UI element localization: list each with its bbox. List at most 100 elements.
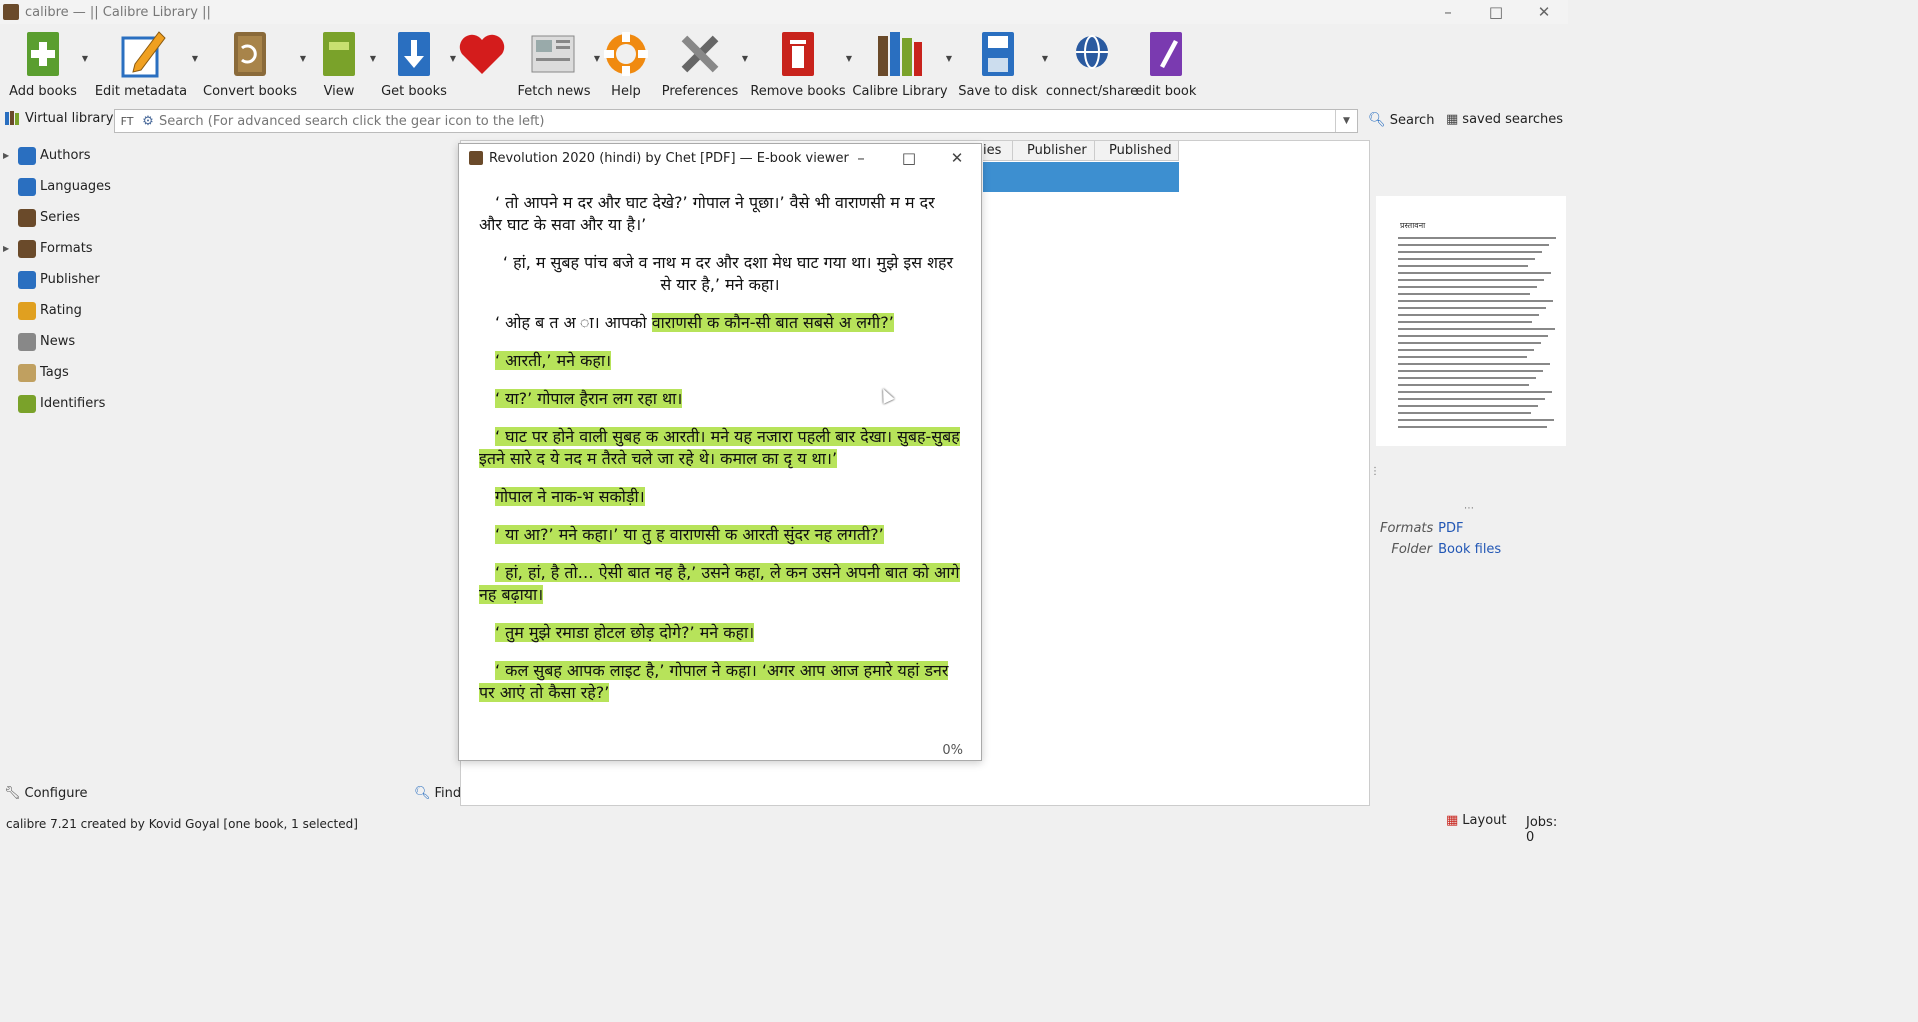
selected-book-row[interactable] bbox=[983, 162, 1179, 192]
tag-browser-item-label: Formats bbox=[40, 241, 93, 256]
cover-text-line bbox=[1398, 258, 1535, 260]
view-button[interactable]: View ▼ bbox=[304, 24, 376, 100]
layout-button[interactable]: ▦ Layout bbox=[1446, 813, 1507, 828]
format-link[interactable]: PDF bbox=[1438, 521, 1463, 536]
search-history-dropdown[interactable]: ▼ bbox=[1335, 110, 1357, 132]
cover-text-line bbox=[1398, 328, 1555, 330]
search-input[interactable] bbox=[159, 111, 1335, 131]
tag-browser-item[interactable]: News bbox=[0, 326, 460, 357]
tag-browser-item-label: Tags bbox=[40, 365, 69, 380]
remove-books-button[interactable]: Remove books ▼ bbox=[746, 24, 852, 100]
book-paragraph[interactable]: ‘ ओह ब त अ ा। आपको वाराणसी क कौन-सी बात … bbox=[479, 312, 961, 334]
highlighted-text[interactable]: ‘ आरती,’ मने कहा। bbox=[495, 351, 612, 370]
highlighted-text[interactable]: ‘ या आ?’ मने कहा।’ या तु ह वाराणसी क आरत… bbox=[495, 525, 884, 544]
cover-text-line bbox=[1398, 426, 1547, 428]
status-bar: calibre 7.21 created by Kovid Goyal [one… bbox=[0, 812, 1568, 836]
jobs-indicator[interactable]: Jobs: 0 bbox=[1526, 815, 1568, 845]
fetch-news-button[interactable]: Fetch news ▼ bbox=[510, 24, 600, 100]
help-button[interactable]: Help bbox=[598, 24, 654, 100]
highlighted-text[interactable]: ‘ तुम मुझे रमाडा होटल छोड़ दोगे?’ मने कह… bbox=[495, 623, 755, 642]
folder-link[interactable]: Book files bbox=[1438, 542, 1501, 557]
edit-book-button[interactable]: edit book bbox=[1136, 24, 1196, 100]
tag-browser-item[interactable]: ▶ Formats bbox=[0, 233, 460, 264]
add-books-icon bbox=[17, 28, 69, 80]
tag-browser-item[interactable]: ▶ Authors bbox=[0, 140, 460, 171]
cover-text-line bbox=[1398, 412, 1531, 414]
tag-browser-item[interactable]: Tags bbox=[0, 357, 460, 388]
bookmark-icon: ▦ bbox=[1446, 112, 1459, 127]
column-header-series[interactable]: ies bbox=[983, 141, 1013, 161]
highlighted-text[interactable]: ‘ कल सुबह आपक लाइट है,’ गोपाल ने कहा। ‘अ… bbox=[479, 661, 949, 702]
tag-browser-item-label: News bbox=[40, 334, 76, 349]
add-books-button[interactable]: Add books ▼ bbox=[0, 24, 88, 100]
close-button[interactable]: ✕ bbox=[1520, 0, 1568, 24]
viewer-minimize-button[interactable]: – bbox=[837, 144, 885, 172]
column-header-publisher[interactable]: Publisher bbox=[1013, 141, 1095, 161]
gear-icon[interactable]: ⚙ bbox=[139, 114, 157, 129]
splitter-handle[interactable]: ⋯ bbox=[1464, 503, 1474, 514]
book-paragraph[interactable]: ‘ घाट पर होने वाली सुबह क आरती। मने यह न… bbox=[479, 426, 961, 470]
library-icon bbox=[5, 111, 19, 125]
preferences-button[interactable]: Preferences ▼ bbox=[654, 24, 748, 100]
book-details: Formats PDF Folder Book files bbox=[1380, 521, 1502, 557]
cover-text-line bbox=[1398, 419, 1554, 421]
convert-books-icon bbox=[224, 28, 276, 80]
ebook-viewer-window: Revolution 2020 (hindi) by Chet [PDF] — … bbox=[458, 143, 982, 761]
cover-text-line bbox=[1398, 237, 1556, 239]
book-paragraph[interactable]: ‘ कल सुबह आपक लाइट है,’ गोपाल ने कहा। ‘अ… bbox=[479, 660, 961, 704]
maximize-button[interactable]: □ bbox=[1472, 0, 1520, 24]
book-paragraph[interactable]: ‘ या आ?’ मने कहा।’ या तु ह वाराणसी क आरत… bbox=[479, 524, 961, 546]
calibre-app-icon bbox=[3, 4, 19, 20]
virtual-library-button[interactable]: Virtual library bbox=[4, 110, 113, 126]
viewer-maximize-button[interactable]: □ bbox=[885, 144, 933, 172]
save-to-disk-button[interactable]: Save to disk ▼ bbox=[950, 24, 1048, 100]
book-paragraph[interactable]: ‘ हां, म सुबह पांच बजे व नाथ म दर और दशा… bbox=[479, 252, 961, 296]
tag-browser-item[interactable]: Publisher bbox=[0, 264, 460, 295]
full-text-search-icon[interactable]: FT bbox=[115, 115, 139, 128]
layout-icon: ▦ bbox=[1446, 813, 1459, 828]
paragraph-text: ‘ हां, म सुबह पांच बजे व नाथ म दर और दशा… bbox=[502, 253, 954, 294]
formats-icon bbox=[18, 239, 36, 258]
connect-share-button[interactable]: connect/share bbox=[1046, 24, 1138, 100]
search-button[interactable]: 🔍︎ Search bbox=[1368, 112, 1434, 128]
cover-text-line bbox=[1398, 391, 1552, 393]
donate-button[interactable] bbox=[454, 24, 510, 100]
book-paragraph[interactable]: ‘ तो आपने म दर और घाट देखे?’ गोपाल ने पू… bbox=[479, 192, 961, 236]
book-page-content[interactable]: ‘ तो आपने म दर और घाट देखे?’ गोपाल ने पू… bbox=[479, 192, 961, 720]
search-icon: 🔍︎ bbox=[414, 786, 431, 801]
book-paragraph[interactable]: गोपाल ने नाक-भ सकोड़ी। bbox=[479, 486, 961, 508]
minimize-button[interactable]: – bbox=[1424, 0, 1472, 24]
highlighted-text[interactable]: ‘ हां, हां, है तो… ऐसी बात नह है,’ उसने … bbox=[479, 563, 960, 604]
cover-text-line bbox=[1398, 293, 1530, 295]
book-paragraph[interactable]: ‘ हां, हां, है तो… ऐसी बात नह है,’ उसने … bbox=[479, 562, 961, 606]
highlighted-text[interactable]: वाराणसी क कौन-सी बात सबसे अ लगी?’ bbox=[651, 313, 894, 332]
book-paragraph[interactable]: ‘ तुम मुझे रमाडा होटल छोड़ दोगे?’ मने कह… bbox=[479, 622, 961, 644]
get-books-button[interactable]: Get books ▼ bbox=[374, 24, 456, 100]
book-paragraph[interactable]: ‘ आरती,’ मने कहा। bbox=[479, 350, 961, 372]
publisher-icon bbox=[18, 270, 36, 289]
highlighted-text[interactable]: गोपाल ने नाक-भ सकोड़ी। bbox=[495, 487, 645, 506]
convert-books-button[interactable]: Convert books ▼ bbox=[196, 24, 306, 100]
highlighted-text[interactable]: ‘ घाट पर होने वाली सुबह क आरती। मने यह न… bbox=[479, 427, 960, 468]
expand-arrow-icon[interactable]: ▶ bbox=[3, 151, 9, 160]
tag-browser-item[interactable]: Series bbox=[0, 202, 460, 233]
saved-searches-button[interactable]: ▦ saved searches bbox=[1446, 112, 1563, 127]
book-cover[interactable]: प्रस्तावना bbox=[1376, 196, 1566, 446]
edit-metadata-icon bbox=[115, 28, 167, 80]
news-icon bbox=[18, 332, 36, 351]
splitter-handle[interactable]: ⋮ bbox=[1370, 466, 1380, 477]
newspaper-icon bbox=[528, 28, 580, 80]
find-button[interactable]: 🔍︎ Find bbox=[414, 786, 461, 801]
column-header-published[interactable]: Published bbox=[1095, 141, 1179, 161]
cover-text-line bbox=[1398, 335, 1548, 337]
tag-browser-item-label: Identifiers bbox=[40, 396, 106, 411]
configure-button[interactable]: 🔧︎ Configure bbox=[4, 786, 88, 801]
tag-browser-item[interactable]: Languages bbox=[0, 171, 460, 202]
calibre-library-button[interactable]: Calibre Library ▼ bbox=[850, 24, 952, 100]
viewer-close-button[interactable]: ✕ bbox=[933, 144, 981, 172]
tag-browser-item[interactable]: Rating bbox=[0, 295, 460, 326]
tag-browser-item[interactable]: Identifiers bbox=[0, 388, 460, 419]
edit-metadata-button[interactable]: Edit metadata ▼ bbox=[86, 24, 198, 100]
expand-arrow-icon[interactable]: ▶ bbox=[3, 244, 9, 253]
highlighted-text[interactable]: ‘ या?’ गोपाल हैरान लग रहा था। bbox=[495, 389, 683, 408]
